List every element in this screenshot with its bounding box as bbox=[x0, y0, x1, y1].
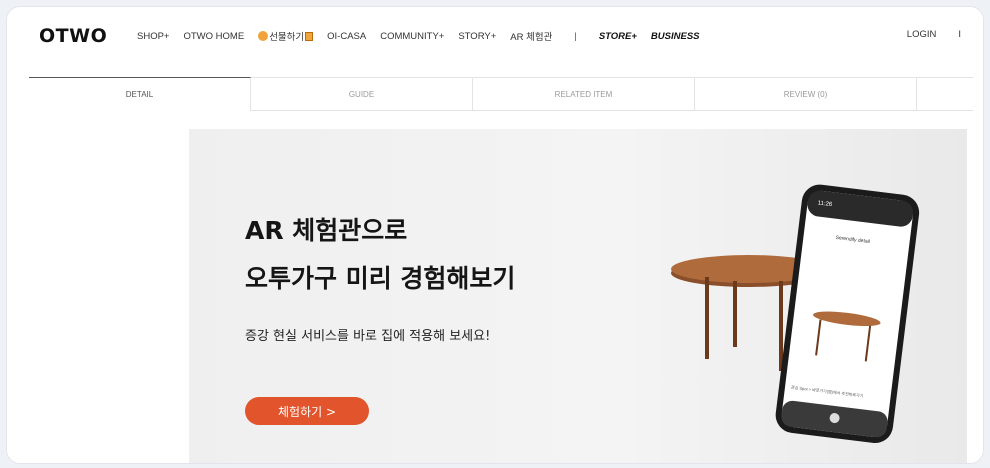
menu-story[interactable]: STORY+ bbox=[458, 31, 496, 42]
product-tabs: DETAIL GUIDE RELATED ITEM REVIEW (0) bbox=[29, 77, 973, 111]
try-ar-button[interactable]: 체험하기 > bbox=[245, 397, 369, 425]
phone-image: 11:26 Serendify detail 관심 Spot > 바로가기(앱)… bbox=[775, 184, 920, 444]
login-link[interactable]: LOGIN bbox=[907, 29, 937, 40]
menu-ar[interactable]: AR 체험관 bbox=[510, 29, 552, 43]
menu-shop[interactable]: SHOP+ bbox=[137, 31, 169, 42]
tab-overflow[interactable] bbox=[917, 77, 973, 111]
browser-frame: OTWO SHOP+ OTWO HOME 선물하기 OI-CASA COMMUN… bbox=[6, 6, 984, 464]
gift-box-icon bbox=[305, 32, 314, 41]
main-menu: SHOP+ OTWO HOME 선물하기 OI-CASA COMMUNITY+ … bbox=[137, 29, 714, 44]
banner-title: AR 체험관으로 오투가구 미리 경험해보기 bbox=[245, 207, 515, 303]
menu-gift-label: 선물하기 bbox=[269, 32, 305, 43]
tab-review[interactable]: REVIEW (0) bbox=[695, 77, 917, 111]
top-navigation: OTWO SHOP+ OTWO HOME 선물하기 OI-CASA COMMUN… bbox=[7, 7, 983, 61]
menu-business[interactable]: BUSINESS bbox=[651, 31, 700, 42]
menu-store[interactable]: STORE+ bbox=[599, 31, 637, 42]
menu-otwo-home[interactable]: OTWO HOME bbox=[183, 31, 244, 42]
menu-gift[interactable]: 선물하기 bbox=[258, 29, 314, 43]
tab-related-item[interactable]: RELATED ITEM bbox=[473, 77, 695, 111]
menu-separator: | bbox=[574, 30, 577, 42]
banner-subtitle: 증강 현실 서비스를 바로 집에 적용해 보세요! bbox=[245, 329, 491, 344]
banner-title-line2: 오투가구 미리 경험해보기 bbox=[245, 264, 516, 293]
tab-detail[interactable]: DETAIL bbox=[29, 77, 251, 111]
banner-title-line1: AR 체험관으로 bbox=[245, 216, 408, 245]
ar-banner: AR 체험관으로 오투가구 미리 경험해보기 증강 현실 서비스를 바로 집에 … bbox=[189, 129, 967, 463]
menu-oi-casa[interactable]: OI-CASA bbox=[327, 31, 366, 42]
gift-face-icon bbox=[258, 31, 269, 41]
phone-table-illustration: 11:26 Serendify detail 관심 Spot > 바로가기(앱)… bbox=[671, 184, 920, 444]
truncated-menu-item[interactable]: I bbox=[958, 29, 961, 40]
tab-guide[interactable]: GUIDE bbox=[251, 77, 473, 111]
menu-community[interactable]: COMMUNITY+ bbox=[380, 31, 444, 42]
brand-logo[interactable]: OTWO bbox=[39, 25, 107, 47]
user-menu: LOGIN I bbox=[907, 29, 961, 40]
